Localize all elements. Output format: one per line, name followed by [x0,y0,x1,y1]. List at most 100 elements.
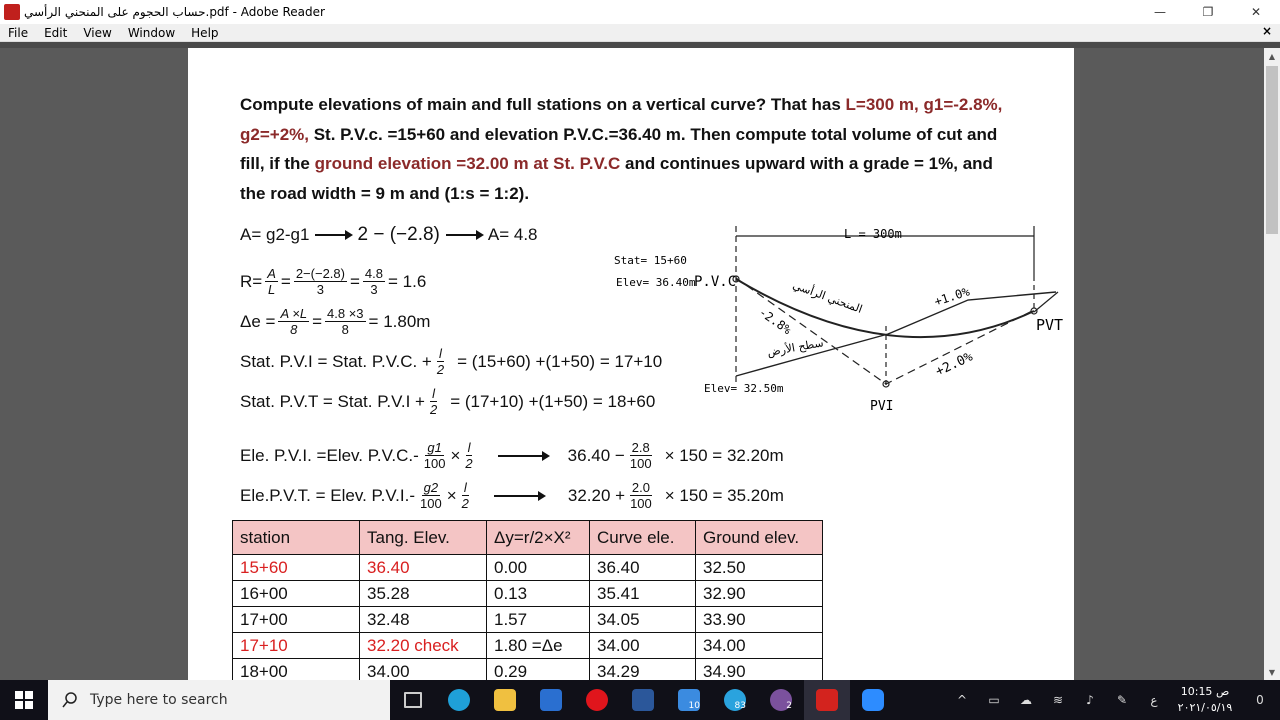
menu-bar: File Edit View Window Help × [0,24,1280,42]
files-app-icon[interactable]: 10 [666,680,712,720]
sketch-pvt-label: PVT [1036,316,1063,334]
table-cell: 34.90 [695,658,823,680]
maximize-button[interactable]: ❐ [1184,0,1232,24]
telegram-icon[interactable]: 83 [712,680,758,720]
zoom-icon[interactable] [850,680,896,720]
table-cell: 34.00 [589,632,696,659]
table-header-row: station Tang. Elev. Δy=r/2×X² Curve ele.… [232,520,823,555]
sketch-grade-pvt: +2.0% [933,349,975,379]
table-cell: 34.00 [695,632,823,659]
table-cell: 0.29 [486,658,590,680]
cloud-icon[interactable]: ☁ [1010,680,1042,720]
table-cell: 17+10 [232,632,360,659]
viber-icon[interactable]: 2 [758,680,804,720]
minimize-button[interactable]: — [1136,0,1184,24]
header-delta-y: Δy=r/2×X² [486,520,590,555]
pdf-page: Compute elevations of main and full stat… [188,48,1074,680]
table-row: 17+10 32.20 check 1.80 =Δe 34.00 34.00 [232,632,823,659]
menu-help[interactable]: Help [183,26,226,40]
table-cell: 34.05 [589,606,696,633]
window-title: حساب الحجوم على المنحني الرأسي.pdf - Ado… [24,5,325,19]
table-row: 17+00 32.48 1.57 34.05 33.90 [232,606,823,633]
sketch-grade-up: +1.0% [933,284,972,309]
equation-elev-pvi: Ele. P.V.I. =Elev. P.V.C.- g1 100 × l2 36… [240,440,784,471]
table-row: 16+00 35.28 0.13 35.41 32.90 [232,580,823,607]
vertical-scrollbar[interactable]: ▲ ▼ [1264,48,1280,680]
sketch-length-label: L = 300m [844,227,902,241]
header-curve-ele: Curve ele. [589,520,696,555]
table-cell: 0.00 [486,554,590,581]
table-row: 15+60 36.40 0.00 36.40 32.50 [232,554,823,581]
notification-icon[interactable]: 0 [1240,680,1280,720]
equation-delta-e: Δe = A ×L 8 = 4.8 ×3 8 = 1.80m [240,306,431,337]
edge-icon[interactable] [436,680,482,720]
volume-icon[interactable]: ♪ [1074,680,1106,720]
clock[interactable]: 10:15 ص ٢٠٢١/٠٥/١٩ [1170,684,1240,716]
vertical-curve-sketch: L = 300m Stat= 15+60 Elev= 36.40m P.V.C … [614,226,1063,414]
header-ground-elev: Ground elev. [695,520,823,555]
equation-a: A= g2-g1 2 − (−2.8) A= 4.8 [240,224,538,245]
scroll-thumb[interactable] [1266,66,1278,234]
table-cell: 35.41 [589,580,696,607]
pen-icon[interactable]: ✎ [1106,680,1138,720]
table-cell: 32.48 [359,606,487,633]
table-cell: 1.57 [486,606,590,633]
battery-icon[interactable]: ▭ [978,680,1010,720]
windows-logo-icon [15,691,33,709]
sketch-pvi-label: PVI [870,399,893,414]
table-cell: 17+00 [232,606,360,633]
table-cell: 18+00 [232,658,360,680]
opera-icon[interactable] [574,680,620,720]
close-button[interactable]: ✕ [1232,0,1280,24]
header-tang-elev: Tang. Elev. [359,520,487,555]
menu-view[interactable]: View [75,26,119,40]
problem-statement: Compute elevations of main and full stat… [240,95,1003,203]
table-cell: 16+00 [232,580,360,607]
language-indicator[interactable]: ع [1138,680,1170,720]
table-cell: 33.90 [695,606,823,633]
adobe-reader-icon [4,4,20,20]
table-cell: 32.50 [695,554,823,581]
file-explorer-icon[interactable] [482,680,528,720]
search-placeholder: Type here to search [90,692,228,708]
menu-file[interactable]: File [0,26,36,40]
system-tray: ^ ▭ ☁ ≋ ♪ ✎ ع 10:15 ص ٢٠٢١/٠٥/١٩ 0 [946,680,1280,720]
clock-date: ٢٠٢١/٠٥/١٩ [1177,701,1233,714]
table-cell: 34.29 [589,658,696,680]
document-close-button[interactable]: × [1262,24,1272,38]
search-icon [62,692,77,708]
chevron-up-icon[interactable]: ^ [946,680,978,720]
scroll-down-arrow-icon[interactable]: ▼ [1264,664,1280,680]
taskbar-search[interactable]: Type here to search [48,680,390,720]
header-station: station [232,520,360,555]
table-cell: 34.00 [359,658,487,680]
table-cell: 36.40 [589,554,696,581]
start-button[interactable] [0,680,48,720]
clock-time: 10:15 ص [1180,685,1230,698]
sketch-arabic-ground: سطح الأرض [766,335,824,359]
taskbar: Type here to search 10 83 2 ^ ▭ ☁ ≋ ♪ ✎ … [0,680,1280,720]
equation-stat-pvi: Stat. P.V.I = Stat. P.V.C. + l2 = (15+60… [240,346,663,377]
sketch-pvc-label: P.V.C [694,274,736,290]
table-cell: 36.40 [359,554,487,581]
table-row: 18+00 34.00 0.29 34.29 34.90 [232,658,823,680]
word-icon[interactable] [620,680,666,720]
sketch-elev-label: Elev= 36.40m [616,276,696,289]
table-cell: 15+60 [232,554,360,581]
table-cell: 32.20 check [359,632,487,659]
table-cell: 32.90 [695,580,823,607]
sketch-arabic-curve: المنحني الرأسي [791,278,864,316]
equation-r: R= AL = 2−(−2.8) 3 = 4.8 3 = 1.6 [240,266,427,297]
scroll-up-arrow-icon[interactable]: ▲ [1264,48,1280,64]
store-icon[interactable] [528,680,574,720]
adobe-reader-taskbar-icon[interactable] [804,680,850,720]
menu-window[interactable]: Window [120,26,183,40]
title-bar: حساب الحجوم على المنحني الرأسي.pdf - Ado… [0,0,1280,24]
wifi-icon[interactable]: ≋ [1042,680,1074,720]
sketch-stat-label: Stat= 15+60 [614,254,687,267]
menu-edit[interactable]: Edit [36,26,75,40]
task-view-icon[interactable] [390,680,436,720]
elevation-table: station Tang. Elev. Δy=r/2×X² Curve ele.… [232,520,823,680]
table-cell: 35.28 [359,580,487,607]
document-viewer[interactable]: Compute elevations of main and full stat… [0,48,1264,680]
